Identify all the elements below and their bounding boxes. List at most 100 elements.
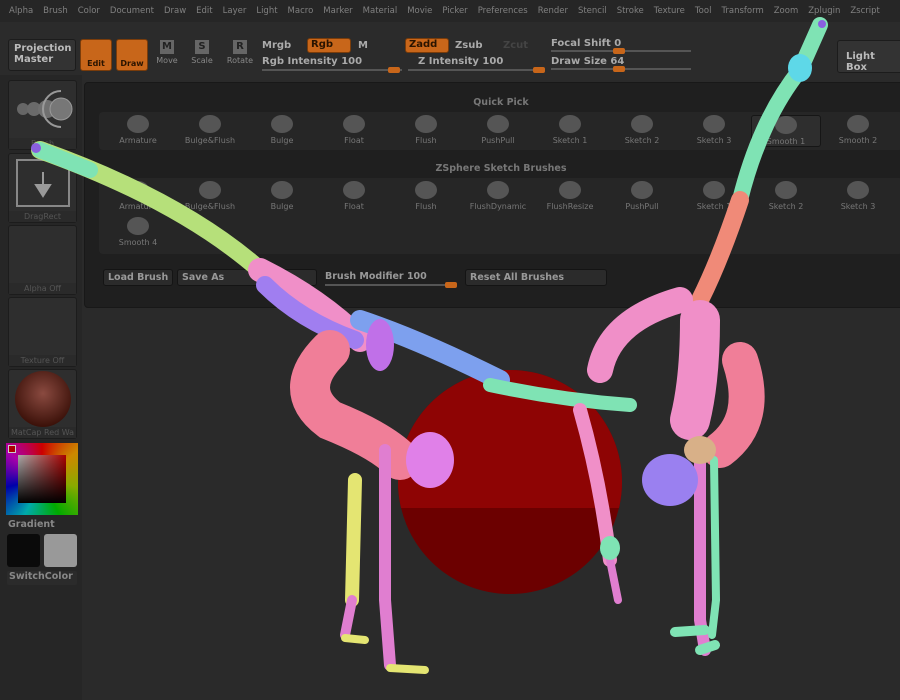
brush-item-sketch-1[interactable]: Sketch 1 xyxy=(535,115,605,145)
menu-bar: Alpha Brush Color Document Draw Edit Layer Ligh… xyxy=(0,0,900,22)
rgb-button[interactable]: Rgb xyxy=(307,38,351,53)
zsub-button[interactable]: Zsub xyxy=(455,40,482,51)
menu-alpha[interactable]: Alpha xyxy=(4,6,38,16)
zcut-button[interactable]: Zcut xyxy=(503,40,528,51)
load-brush-button[interactable]: Load Brush xyxy=(103,269,173,286)
draw-size-slider[interactable] xyxy=(551,66,691,72)
scale-button[interactable]: S Scale xyxy=(187,40,217,65)
menu-stroke[interactable]: Stroke xyxy=(612,6,649,16)
brush-modifier-slider[interactable]: Brush Modifier 100 xyxy=(321,269,461,288)
material-sphere-icon xyxy=(15,371,71,427)
light-box-button[interactable]: Light Box xyxy=(837,40,900,73)
top-toolbar: Projection Master Edit Draw M Move S Scale… xyxy=(0,22,900,80)
menu-edit[interactable]: Edit xyxy=(191,6,217,16)
brush-item-smooth-1[interactable]: Smooth 1 xyxy=(751,115,821,147)
menu-light[interactable]: Light xyxy=(251,6,282,16)
reset-all-brushes-button[interactable]: Reset All Brushes xyxy=(465,269,607,286)
menu-macro[interactable]: Macro xyxy=(283,6,319,16)
gradient-button[interactable]: Gradient xyxy=(8,519,77,530)
menu-marker[interactable]: Marker xyxy=(318,6,357,16)
brush-item-armature[interactable]: Armature xyxy=(103,115,173,145)
brush-item-bulge-flush[interactable]: Bulge&Flush xyxy=(175,115,245,145)
material-selector[interactable]: MatCap Red Wa xyxy=(8,369,77,439)
secondary-color-swatch[interactable] xyxy=(44,534,77,567)
brush-icon xyxy=(17,90,73,128)
menu-movie[interactable]: Movie xyxy=(402,6,437,16)
menu-color[interactable]: Color xyxy=(73,6,105,16)
zsphere-row: Armature Bulge&Flush Bulge Float Flush FlushD… xyxy=(99,178,900,254)
draw-button[interactable]: Draw xyxy=(116,39,148,71)
brush-thumbnail-icon xyxy=(559,115,581,133)
edit-button[interactable]: Edit xyxy=(80,39,112,71)
brush-item-flush[interactable]: Flush xyxy=(391,115,461,145)
m-button[interactable]: M xyxy=(358,40,368,51)
menu-brush[interactable]: Brush xyxy=(38,6,73,16)
move-icon: M xyxy=(160,40,174,54)
brush-item-float[interactable]: Float xyxy=(319,181,389,211)
brush-thumbnail-icon xyxy=(559,181,581,199)
brush-item-bulge-flush[interactable]: Bulge&Flush xyxy=(175,181,245,211)
brush-item-float[interactable]: Float xyxy=(319,115,389,145)
brush-thumbnail-icon xyxy=(415,181,437,199)
zadd-button[interactable]: Zadd xyxy=(405,38,449,53)
menu-material[interactable]: Material xyxy=(358,6,403,16)
mrgb-button[interactable]: Mrgb xyxy=(262,40,291,51)
brush-thumbnail-icon xyxy=(631,181,653,199)
brush-thumbnail-icon xyxy=(415,115,437,133)
brush-item-flush[interactable]: Flush xyxy=(391,181,461,211)
menu-zoom[interactable]: Zoom xyxy=(769,6,804,16)
menu-layer[interactable]: Layer xyxy=(218,6,252,16)
projection-master-button[interactable]: Projection Master xyxy=(8,39,76,71)
brush-item-pushpull[interactable]: PushPull xyxy=(463,115,533,145)
focal-shift-label: Focal Shift 0 xyxy=(551,38,622,49)
brush-item-sketch-2[interactable]: Sketch 2 xyxy=(607,115,677,145)
rgb-intensity-slider[interactable] xyxy=(262,67,402,73)
brush-item-flushresize[interactable]: FlushResize xyxy=(535,181,605,211)
rotate-button[interactable]: R Rotate xyxy=(225,40,255,65)
menu-tool[interactable]: Tool xyxy=(690,6,717,16)
drag-rect-icon xyxy=(16,159,70,207)
z-intensity-label: Z Intensity 100 xyxy=(418,56,504,67)
brush-item-bulge[interactable]: Bulge xyxy=(247,115,317,145)
brush-item-smooth-4[interactable]: Smooth 4 xyxy=(103,217,173,247)
menu-picker[interactable]: Picker xyxy=(437,6,472,16)
focal-shift-slider[interactable] xyxy=(551,48,691,54)
menu-preferences[interactable]: Preferences xyxy=(473,6,533,16)
save-as-button[interactable]: Save As xyxy=(177,269,317,286)
brush-item-sketch-2[interactable]: Sketch 2 xyxy=(751,181,821,211)
menu-zplugin[interactable]: Zplugin xyxy=(803,6,845,16)
rotate-icon: R xyxy=(233,40,247,54)
stroke-selector[interactable]: DragRect xyxy=(8,153,77,223)
quick-pick-row: Armature Bulge&Flush Bulge Float Flush PushPu… xyxy=(99,112,900,150)
main-color-swatch[interactable] xyxy=(7,534,40,567)
menu-document[interactable]: Document xyxy=(105,6,159,16)
brush-thumbnail-icon xyxy=(847,115,869,133)
z-intensity-slider[interactable] xyxy=(408,67,545,73)
move-button[interactable]: M Move xyxy=(152,40,182,65)
rgb-intensity-label: Rgb Intensity 100 xyxy=(262,56,363,67)
brush-thumbnail-icon xyxy=(127,217,149,235)
brush-item-bulge[interactable]: Bulge xyxy=(247,181,317,211)
texture-selector[interactable]: Texture Off xyxy=(8,297,77,367)
menu-transform[interactable]: Transform xyxy=(716,6,768,16)
menu-zscript[interactable]: Zscript xyxy=(845,6,885,16)
color-picker[interactable] xyxy=(6,443,78,515)
menu-render[interactable]: Render xyxy=(533,6,573,16)
switch-color-button[interactable]: SwitchColor xyxy=(7,571,77,585)
brush-item-pushpull[interactable]: PushPull xyxy=(607,181,677,211)
brush-palette: Quick Pick Armature Bulge&Flush Bulge Float… xyxy=(84,82,900,308)
brush-selector[interactable]: Brush xyxy=(8,80,77,150)
brush-item-armature[interactable]: Armature xyxy=(103,181,173,211)
canvas-viewport[interactable] xyxy=(84,308,900,700)
menu-texture[interactable]: Texture xyxy=(649,6,690,16)
menu-stencil[interactable]: Stencil xyxy=(573,6,612,16)
brush-item-sketch-3[interactable]: Sketch 3 xyxy=(679,115,749,145)
brush-item-smooth-2[interactable]: Smooth 2 xyxy=(823,115,893,145)
brush-item-flushdynamic[interactable]: FlushDynamic xyxy=(463,181,533,211)
alpha-selector[interactable]: Alpha Off xyxy=(8,225,77,295)
brush-item-sketch-3[interactable]: Sketch 3 xyxy=(823,181,893,211)
brush-item-sketch-1[interactable]: Sketch 1 xyxy=(679,181,749,211)
brush-thumbnail-icon xyxy=(703,181,725,199)
brush-thumbnail-icon xyxy=(127,181,149,199)
menu-draw[interactable]: Draw xyxy=(159,6,191,16)
